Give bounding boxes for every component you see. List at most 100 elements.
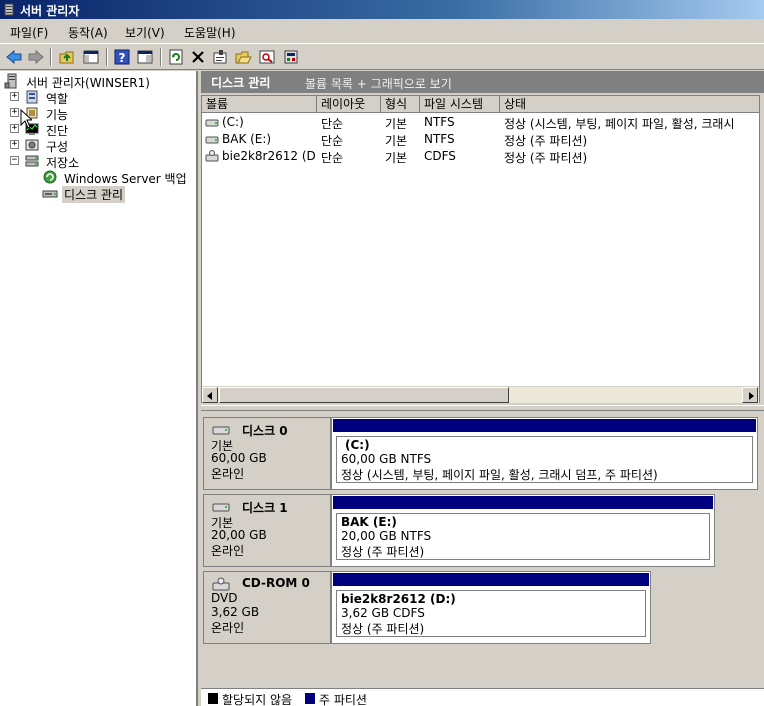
scroll-left-button[interactable]: [202, 387, 218, 403]
column-header-file-system[interactable]: 파일 시스템: [420, 96, 500, 113]
cell-volume: (C:): [205, 115, 317, 129]
disk-icon: [212, 426, 230, 435]
partition-body: BAK (E:) 20,00 GB NTFS 정상 (주 파티션): [336, 513, 710, 560]
cell-file-system: NTFS: [424, 115, 455, 129]
tree-label-features: 기능: [46, 108, 69, 122]
volume-list: 볼륨 레이아웃 형식 파일 시스템 상태 (C:) 단순 기본 NTFS 정상 …: [201, 95, 760, 403]
panel-title: 디스크 관리: [211, 76, 271, 90]
back-icon[interactable]: [5, 48, 23, 66]
disk-graphic-view: 디스크 0 기본 60,00 GB 온라인 (C:) 60,00 GB NTFS…: [201, 412, 764, 690]
partition-e[interactable]: BAK (E:) 20,00 GB NTFS 정상 (주 파티션): [331, 494, 715, 567]
server-manager-icon: [3, 3, 16, 16]
roles-icon: [24, 89, 40, 105]
collapse-storage[interactable]: −: [10, 156, 19, 165]
unallocated-swatch: [208, 693, 218, 704]
tree-label-windows-server-backup: Windows Server 백업: [64, 172, 187, 186]
disk-size: 60,00 GB: [211, 451, 267, 465]
toolbar-separator: [160, 48, 162, 66]
disk-size: 3,62 GB: [211, 605, 260, 619]
expand-roles[interactable]: +: [10, 92, 19, 101]
disk-management-panel: 디스크 관리 볼륨 목록 + 그래픽으로 보기 볼륨 레이아웃 형식 파일 시스…: [201, 71, 764, 706]
search-icon[interactable]: [258, 48, 276, 66]
partition-body: (C:) 60,00 GB NTFS 정상 (시스템, 부팅, 페이지 파일, …: [336, 436, 753, 483]
cell-type: 기본: [385, 117, 408, 131]
partition-name: BAK (E:): [341, 515, 397, 529]
toolbar-separator: [106, 48, 108, 66]
properties-pane-icon[interactable]: [136, 48, 154, 66]
scroll-right-button[interactable]: [742, 387, 758, 403]
connect-icon[interactable]: [282, 48, 300, 66]
partition-size-fs: 3,62 GB CDFS: [341, 606, 425, 620]
cell-file-system: CDFS: [424, 149, 456, 163]
delete-icon[interactable]: [189, 48, 207, 66]
menu-file[interactable]: 파일(F): [10, 24, 48, 41]
menu-help[interactable]: 도움말(H): [184, 24, 236, 41]
backup-icon: [42, 169, 58, 185]
partition-name: bie2k8r2612 (D:): [341, 592, 456, 606]
window-title: 서버 관리자: [20, 4, 80, 18]
partition-size-fs: 20,00 GB NTFS: [341, 529, 432, 543]
primary-partition-bar: [333, 419, 756, 432]
cell-status: 정상 (시스템, 부팅, 페이지 파일, 활성, 크래시: [504, 117, 735, 131]
disk-kind: DVD: [211, 591, 238, 605]
primary-partition-bar: [333, 496, 713, 509]
cell-volume: BAK (E:): [205, 132, 317, 146]
open-icon[interactable]: [234, 48, 252, 66]
disk-row: 디스크 0 기본 60,00 GB 온라인 (C:) 60,00 GB NTFS…: [203, 417, 758, 490]
disk-row: 디스크 1 기본 20,00 GB 온라인 BAK (E:) 20,00 GB …: [203, 494, 758, 567]
cell-type: 기본: [385, 151, 408, 165]
storage-icon: [24, 153, 40, 169]
disk-name: CD-ROM 0: [242, 576, 310, 590]
properties-icon[interactable]: [211, 48, 229, 66]
disk-icon: [212, 503, 230, 512]
tree-label-diagnostics: 진단: [46, 124, 69, 138]
configuration-icon: [24, 137, 40, 153]
pane-splitter[interactable]: [201, 405, 764, 411]
partition-status: 정상 (시스템, 부팅, 페이지 파일, 활성, 크래시 덤프, 주 파티션): [341, 468, 658, 482]
table-row[interactable]: (C:) 단순 기본 NTFS 정상 (시스템, 부팅, 페이지 파일, 활성,…: [202, 114, 759, 131]
table-row[interactable]: BAK (E:) 단순 기본 NTFS 정상 (주 파티션): [202, 131, 759, 148]
disk-name: 디스크 0: [242, 424, 288, 438]
navigation-tree: 서버 관리자(WINSER1) + 역할 + 기능 + 진단 + 구성 − 저장: [0, 71, 198, 706]
forward-icon[interactable]: [27, 48, 45, 66]
partition-d[interactable]: bie2k8r2612 (D:) 3,62 GB CDFS 정상 (주 파티션): [331, 571, 651, 644]
scrollbar-thumb[interactable]: [219, 387, 509, 403]
cell-status: 정상 (주 파티션): [504, 134, 588, 148]
cd-drive-icon: [212, 577, 230, 591]
mouse-cursor-icon: [20, 109, 32, 129]
help-icon[interactable]: ?: [113, 48, 131, 66]
partition-status: 정상 (주 파티션): [341, 545, 425, 559]
expand-configuration[interactable]: +: [10, 140, 19, 149]
show-hide-tree-icon[interactable]: [82, 48, 100, 66]
partition-size-fs: 60,00 GB NTFS: [341, 452, 432, 466]
column-header-status[interactable]: 상태: [500, 96, 759, 113]
drive-icon: [205, 136, 219, 144]
disk-info-1[interactable]: 디스크 1 기본 20,00 GB 온라인: [203, 494, 331, 567]
table-row[interactable]: bie2k8r2612 (D:) 단순 기본 CDFS 정상 (주 파티션): [202, 148, 759, 165]
disk-management-icon: [42, 185, 58, 201]
cell-layout: 단순: [321, 134, 344, 148]
cell-status: 정상 (주 파티션): [504, 151, 588, 165]
disk-state: 온라인: [211, 467, 245, 481]
column-header-layout[interactable]: 레이아웃: [317, 96, 381, 113]
menu-action[interactable]: 동작(A): [68, 24, 108, 41]
column-header-volume[interactable]: 볼륨: [202, 96, 317, 113]
horizontal-scrollbar[interactable]: [202, 386, 759, 403]
primary-partition-bar: [333, 573, 649, 586]
tree-label-roles: 역할: [46, 92, 69, 106]
column-header-type[interactable]: 형식: [381, 96, 420, 113]
menu-view[interactable]: 보기(V): [125, 24, 165, 41]
arrow-left-icon: [207, 392, 212, 400]
panel-subtitle: 볼륨 목록 + 그래픽으로 보기: [305, 77, 452, 91]
disk-info-cdrom[interactable]: CD-ROM 0 DVD 3,62 GB 온라인: [203, 571, 331, 644]
disk-state: 온라인: [211, 544, 245, 558]
disk-info-0[interactable]: 디스크 0 기본 60,00 GB 온라인: [203, 417, 331, 490]
expand-diagnostics[interactable]: +: [10, 124, 19, 133]
up-folder-icon[interactable]: [58, 48, 76, 66]
refresh-icon[interactable]: [167, 48, 185, 66]
server-icon: [4, 73, 20, 89]
partition-c[interactable]: (C:) 60,00 GB NTFS 정상 (시스템, 부팅, 페이지 파일, …: [331, 417, 758, 490]
partition-status: 정상 (주 파티션): [341, 622, 425, 636]
expand-features[interactable]: +: [10, 108, 19, 117]
disk-size: 20,00 GB: [211, 528, 267, 542]
